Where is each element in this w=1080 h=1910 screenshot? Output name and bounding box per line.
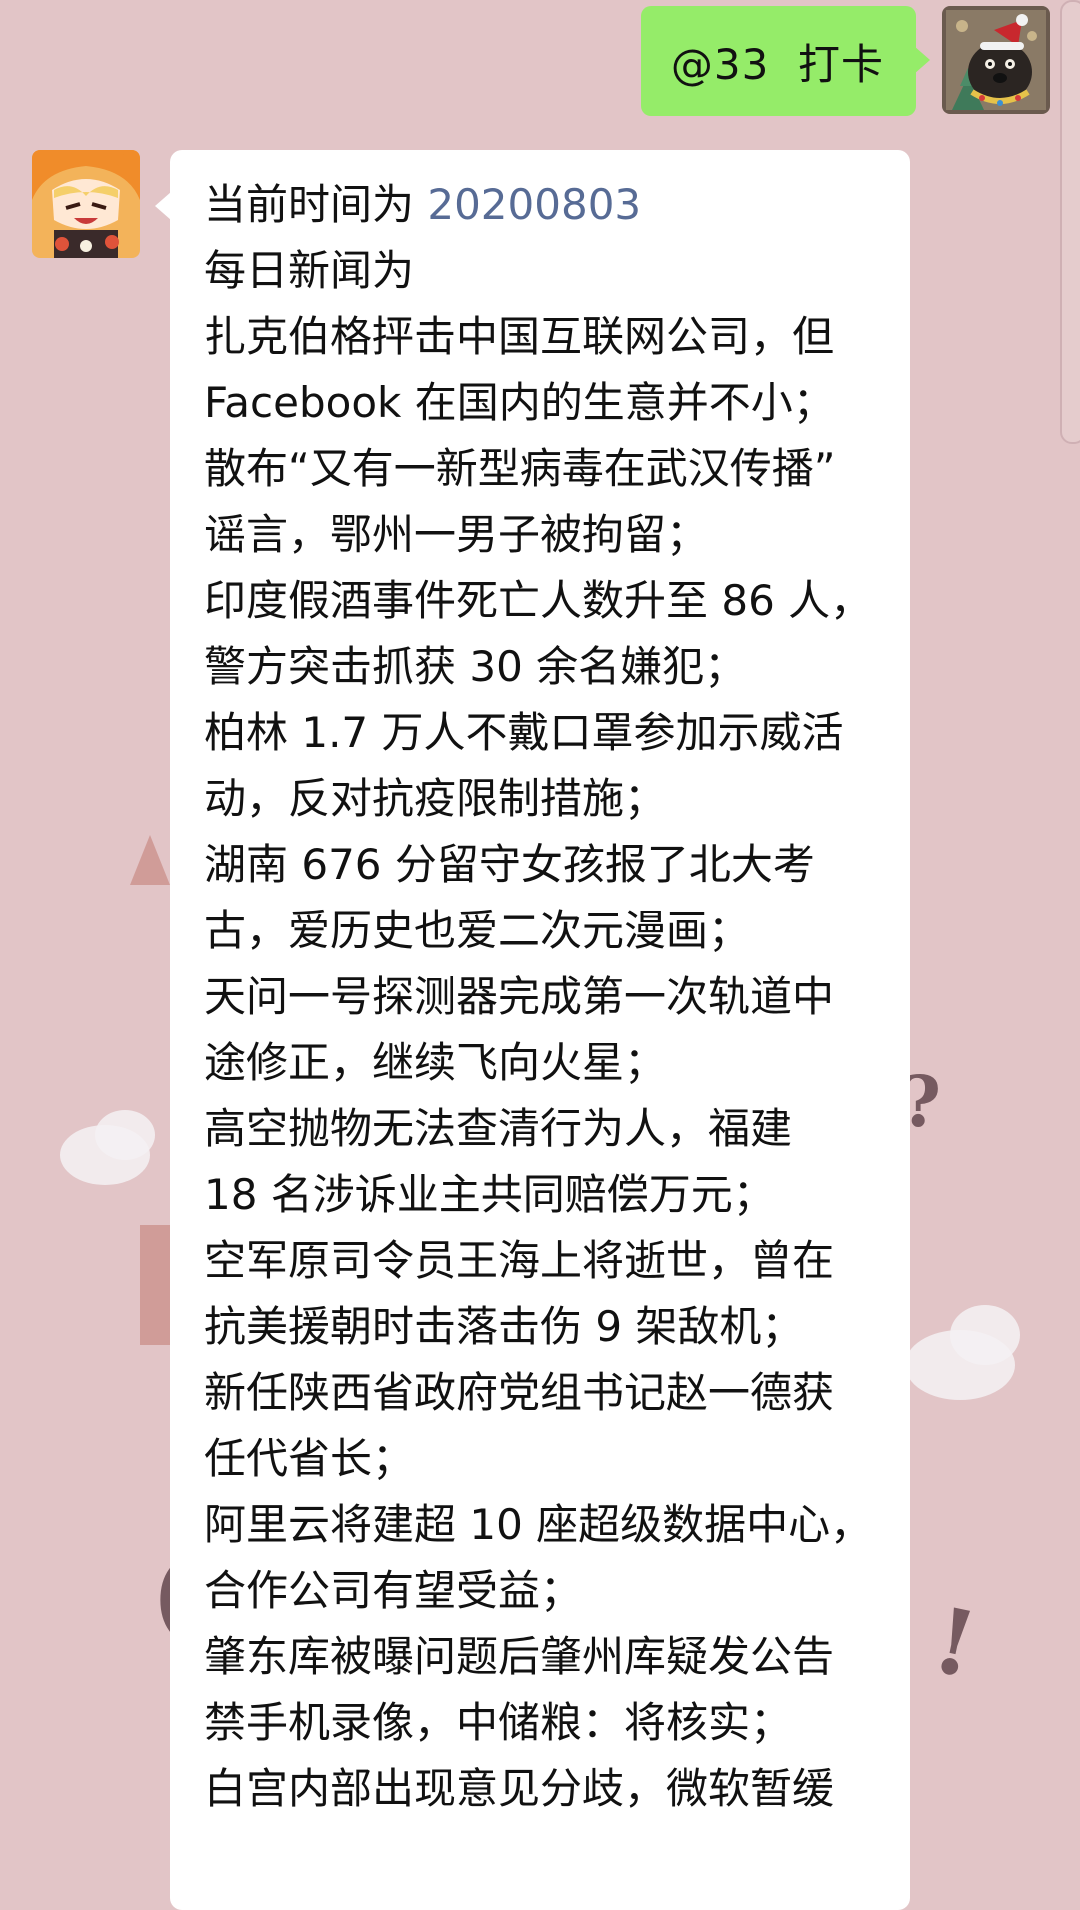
time-prefix: 当前时间为 xyxy=(204,180,428,229)
other-avatar[interactable] xyxy=(32,150,140,258)
message-line: 柏林 1.7 万人不戴口罩参加示威活 xyxy=(204,708,844,757)
message-line: 新任陕西省政府党组书记赵一德获 xyxy=(204,1368,835,1417)
message-line: 动，反对抗疫限制措施； xyxy=(204,774,667,823)
received-message-bubble[interactable]: 当前时间为 20200803 每日新闻为 扎克伯格抨击中国互联网公司，但 Fac… xyxy=(155,150,910,1910)
message-line: 警方突击抓获 30 余名嫌犯； xyxy=(204,642,747,691)
received-message-row: 当前时间为 20200803 每日新闻为 扎克伯格抨击中国互联网公司，但 Fac… xyxy=(32,150,910,1910)
message-line: 阿里云将建超 10 座超级数据中心， xyxy=(204,1500,873,1549)
message-line: 散布“又有一新型病毒在武汉传播” xyxy=(204,444,836,493)
sent-message-row: @33 打卡 xyxy=(640,6,1050,116)
message-line: 扎克伯格抨击中国互联网公司，但 xyxy=(204,312,835,361)
scrollbar[interactable] xyxy=(1060,0,1080,444)
message-line: 白宫内部出现意见分歧，微软暂缓 xyxy=(204,1764,835,1813)
message-line: 任代省长； xyxy=(204,1434,415,1483)
anime-girl-avatar-icon xyxy=(32,150,140,258)
scribble-decoration: ! xyxy=(924,1587,986,1699)
message-line: 合作公司有望受益； xyxy=(204,1566,583,1615)
message-line: 空军原司令员王海上将逝世，曾在 xyxy=(204,1236,835,1285)
date-link[interactable]: 20200803 xyxy=(427,180,641,229)
message-line: 途修正，继续飞向火星； xyxy=(204,1038,667,1087)
self-avatar[interactable] xyxy=(942,6,1050,114)
message-line: 18 名涉诉业主共同赔偿万元； xyxy=(204,1170,775,1219)
message-line: 天问一号探测器完成第一次轨道中 xyxy=(204,972,835,1021)
message-line: 古，爱历史也爱二次元漫画； xyxy=(204,906,751,955)
dog-christmas-avatar-icon xyxy=(942,6,1050,114)
message-line-time: 当前时间为 20200803 xyxy=(204,172,880,238)
message-line: 肇东库被曝问题后肇州库疑发公告 xyxy=(204,1632,835,1681)
message-line: 印度假酒事件死亡人数升至 86 人， xyxy=(204,576,873,625)
message-line: Facebook 在国内的生意并不小； xyxy=(204,378,835,427)
message-line: 禁手机录像，中储粮：将核实； xyxy=(204,1698,793,1747)
message-line: 每日新闻为 xyxy=(204,246,415,295)
message-line: 抗美援朝时击落击伤 9 架敌机； xyxy=(204,1302,804,1351)
message-line: 谣言，鄂州一男子被拘留； xyxy=(204,510,709,559)
message-line: 湖南 676 分留守女孩报了北大考 xyxy=(204,840,815,889)
cloud-decoration xyxy=(950,1305,1020,1365)
sent-message-bubble[interactable]: @33 打卡 xyxy=(640,6,931,116)
message-line: 高空抛物无法查清行为人，福建 xyxy=(204,1104,793,1153)
